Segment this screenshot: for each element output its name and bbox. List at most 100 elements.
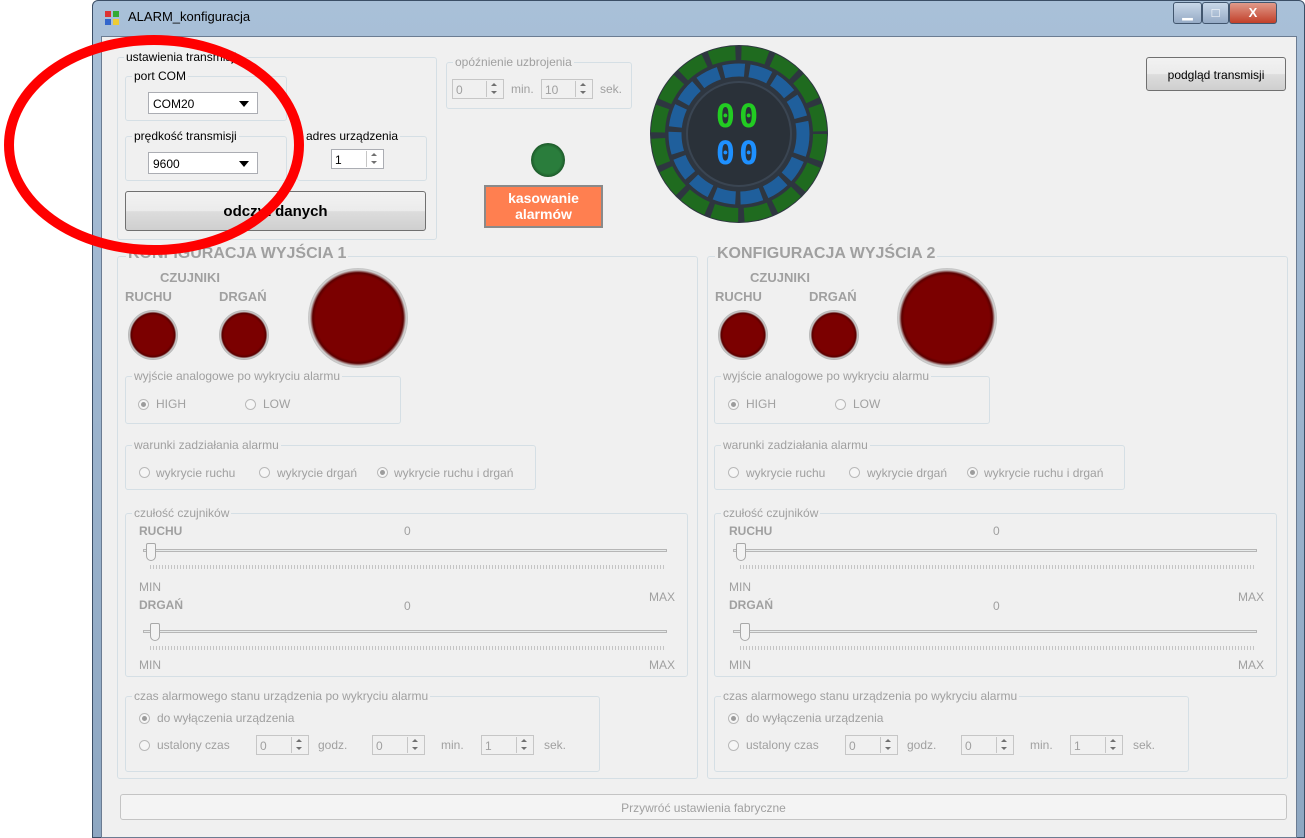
output-2-vibration-slider-thumb[interactable] xyxy=(740,623,750,641)
spin-arrows-icon[interactable] xyxy=(996,737,1012,753)
output-1-low-radio[interactable] xyxy=(245,399,256,410)
output-2-cond-both-radio[interactable] xyxy=(967,467,978,478)
output-2-hours-stepper[interactable]: 0 xyxy=(845,735,898,755)
output-1-seconds-unit: sek. xyxy=(544,738,567,752)
output-2-minutes-unit: min. xyxy=(1030,738,1053,752)
output-1-high-radio[interactable] xyxy=(138,399,149,410)
output-1-cond-both-label: wykrycie ruchu i drgań xyxy=(394,466,514,480)
output-2-vib-sens-value: 0 xyxy=(993,599,1000,613)
output-1-vib-sens-value: 0 xyxy=(404,599,411,613)
output-2-vib-min: MIN xyxy=(729,658,751,672)
output-1-hours-value: 0 xyxy=(260,739,267,753)
output-1-motion-led xyxy=(128,310,178,360)
spin-arrows-icon[interactable] xyxy=(1105,737,1121,753)
speed-combo[interactable]: 9600 xyxy=(148,152,258,174)
output-1-motion-slider[interactable] xyxy=(143,549,667,552)
output-2-cond-motion-label: wykrycie ruchu xyxy=(746,466,826,480)
output-2-motion-slider[interactable] xyxy=(733,549,1257,552)
output-1-cond-motion-label: wykrycie ruchu xyxy=(156,466,236,480)
spin-arrows-icon[interactable] xyxy=(575,81,591,97)
spin-arrows-icon[interactable] xyxy=(516,737,532,753)
output-1-vibration-slider-thumb[interactable] xyxy=(150,623,160,641)
output-2-motion-sens-label: RUCHU xyxy=(729,524,773,538)
spin-arrows-icon[interactable] xyxy=(407,737,423,753)
output-2-cond-vibration-radio[interactable] xyxy=(849,467,860,478)
output-2-sensors-label: CZUJNIKI xyxy=(750,270,810,285)
output-1-time-group: czas alarmowego stanu urządzenia po wykr… xyxy=(125,689,600,772)
window-title: ALARM_konfiguracja xyxy=(128,9,251,24)
preview-transmission-button[interactable]: podgląd transmisji xyxy=(1146,57,1286,91)
output-1-title: KONFIGURACJA WYJŚCIA 1 xyxy=(126,245,349,263)
output-1-motion-max: MAX xyxy=(649,590,676,604)
output-1-cond-vibration-radio[interactable] xyxy=(259,467,270,478)
output-2-until-off-label: do wyłączenia urządzenia xyxy=(746,711,884,725)
output-2-fixed-time-radio[interactable] xyxy=(728,740,739,751)
output-2-motion-sens-value: 0 xyxy=(993,524,1000,538)
output-1-motion-slider-thumb[interactable] xyxy=(146,543,156,561)
transmission-group-label: ustawienia transmisji xyxy=(124,50,239,64)
output-1-minutes-stepper[interactable]: 0 xyxy=(372,735,425,755)
delay-minutes-stepper[interactable]: 0 xyxy=(452,79,504,99)
output-2-cond-motion-radio[interactable] xyxy=(728,467,739,478)
output-1-fixed-time-label: ustalony czas xyxy=(157,738,230,752)
delay-seconds-unit: sek. xyxy=(600,82,623,96)
restore-defaults-label: Przywróć ustawienia fabryczne xyxy=(621,801,786,815)
spin-arrows-icon[interactable] xyxy=(486,81,502,97)
output-2-hours-value: 0 xyxy=(849,739,856,753)
output-1-hours-unit: godz. xyxy=(318,738,348,752)
output-2-title: KONFIGURACJA WYJŚCIA 2 xyxy=(715,245,938,263)
output-2-motion-led xyxy=(718,310,768,360)
maximize-button[interactable]: □ xyxy=(1202,2,1229,24)
maximize-icon: □ xyxy=(1211,5,1220,20)
output-1-high-label: HIGH xyxy=(156,397,186,411)
output-1-seconds-stepper[interactable]: 1 xyxy=(481,735,534,755)
output-1-hours-stepper[interactable]: 0 xyxy=(256,735,309,755)
output-2-low-radio[interactable] xyxy=(835,399,846,410)
output-1-vib-sens-label: DRGAŃ xyxy=(139,598,183,612)
output-1-until-off-label: do wyłączenia urządzenia xyxy=(157,711,295,725)
output-2-cond-both-label: wykrycie ruchu i drgań xyxy=(984,466,1104,480)
display-bottom-digits: 00 xyxy=(715,134,763,172)
output-1-conditions-label: warunki zadziałania alarmu xyxy=(132,438,281,452)
output-2-motion-slider-thumb[interactable] xyxy=(736,543,746,561)
read-data-button[interactable]: odczyt danych xyxy=(125,191,426,231)
output-1-cond-both-radio[interactable] xyxy=(377,467,388,478)
output-2-motion-min: MIN xyxy=(729,580,751,594)
delay-minutes-value: 0 xyxy=(456,83,463,97)
output-2-minutes-stepper[interactable]: 0 xyxy=(961,735,1014,755)
spin-arrows-icon[interactable] xyxy=(366,151,382,167)
output-2-high-radio[interactable] xyxy=(728,399,739,410)
output-1-vibration-label: DRGAŃ xyxy=(219,289,267,304)
delay-seconds-stepper[interactable]: 10 xyxy=(541,79,593,99)
output-2-vibration-slider[interactable] xyxy=(733,630,1257,633)
address-stepper[interactable]: 1 xyxy=(331,149,384,169)
output-2-vibration-ticks xyxy=(740,646,1255,650)
reset-alarms-button[interactable]: kasowanie alarmów xyxy=(484,185,603,228)
spin-arrows-icon[interactable] xyxy=(291,737,307,753)
output-1-vibration-ticks xyxy=(150,646,665,650)
output-1-cond-motion-radio[interactable] xyxy=(139,467,150,478)
port-combo[interactable]: COM20 xyxy=(148,92,258,114)
output-1-until-off-radio[interactable] xyxy=(139,713,150,724)
spin-arrows-icon[interactable] xyxy=(880,737,896,753)
output-2-until-off-radio[interactable] xyxy=(728,713,739,724)
alarm-display: 00 00 xyxy=(650,45,828,223)
output-2-low-label: LOW xyxy=(853,397,881,411)
close-button[interactable]: X xyxy=(1229,2,1277,24)
output-2-time-label: czas alarmowego stanu urządzenia po wykr… xyxy=(721,689,1020,703)
speed-label: prędkość transmisji xyxy=(132,129,239,143)
output-2-seconds-stepper[interactable]: 1 xyxy=(1070,735,1123,755)
output-1-fixed-time-radio[interactable] xyxy=(139,740,150,751)
output-2-motion-max: MAX xyxy=(1238,590,1265,604)
port-value: COM20 xyxy=(153,97,195,111)
minimize-button[interactable]: ▁ xyxy=(1173,2,1202,24)
chevron-down-icon xyxy=(239,101,249,107)
restore-defaults-button[interactable]: Przywróć ustawienia fabryczne xyxy=(120,794,1287,820)
delay-seconds-value: 10 xyxy=(545,83,559,97)
delay-minutes-unit: min. xyxy=(511,82,534,96)
output-1-vibration-led xyxy=(219,310,269,360)
output-1-vibration-slider[interactable] xyxy=(143,630,667,633)
output-2-vib-max: MAX xyxy=(1238,658,1265,672)
output-1-time-label: czas alarmowego stanu urządzenia po wykr… xyxy=(132,689,431,703)
output-2-hours-unit: godz. xyxy=(907,738,937,752)
